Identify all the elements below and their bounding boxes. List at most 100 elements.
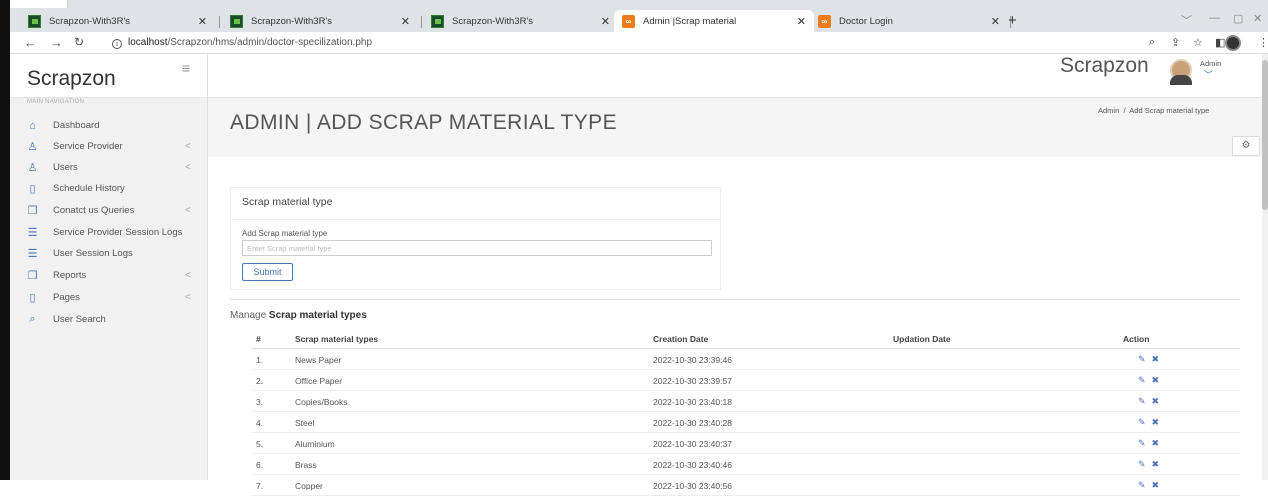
edit-icon[interactable]: ✎ bbox=[1138, 480, 1146, 490]
browser-tab-bar: Scrapzon-With3R's ✕ Scrapzon-With3R's ✕ … bbox=[10, 8, 1268, 32]
sidebar-item-users[interactable]: ♙ Users < bbox=[10, 157, 208, 178]
side-panel-icon[interactable]: ◧ bbox=[1215, 36, 1225, 49]
navbar-brand[interactable]: Scrapzon bbox=[1060, 54, 1149, 78]
left-edge bbox=[0, 0, 10, 480]
manage-title: Manage Scrap material types bbox=[230, 310, 367, 321]
sidebar-item-provider-session-logs[interactable]: ☰ Service Provider Session Logs bbox=[10, 222, 208, 243]
info-icon[interactable]: i bbox=[112, 39, 122, 49]
edit-icon[interactable]: ✎ bbox=[1138, 459, 1146, 469]
close-icon[interactable]: ✕ bbox=[797, 15, 806, 28]
row-material: Brass bbox=[295, 460, 317, 470]
add-material-form: Scrap material type Add Scrap material t… bbox=[230, 187, 721, 290]
sidebar-item-reports[interactable]: ❐ Reports < bbox=[10, 265, 208, 286]
zoom-icon[interactable]: ⌕ bbox=[1149, 36, 1155, 49]
sidebar-item-user-search[interactable]: ⌕ User Search bbox=[10, 309, 208, 330]
site-favicon-icon bbox=[230, 14, 243, 28]
edit-icon[interactable]: ✎ bbox=[1138, 354, 1146, 364]
star-icon[interactable]: ☆ bbox=[1193, 36, 1203, 49]
top-strip bbox=[10, 0, 1268, 8]
sidebar-item-dashboard[interactable]: ⌂ Dashboard bbox=[10, 115, 208, 136]
submit-button[interactable]: Submit bbox=[242, 263, 293, 281]
row-number: 3. bbox=[256, 397, 264, 407]
profile-avatar[interactable] bbox=[1225, 35, 1241, 51]
sidebar: Scrapzon ≡ MAIN NAVIGATION ⌂ Dashboard ♙ S… bbox=[10, 54, 208, 480]
chevron-down-icon[interactable]: ﹀ bbox=[1204, 68, 1213, 81]
delete-icon[interactable]: ✖ bbox=[1152, 459, 1160, 469]
table-row: 4. Steel 2022-10-30 23:40:28 ✎ ✖ bbox=[252, 412, 1240, 433]
delete-icon[interactable]: ✖ bbox=[1152, 480, 1160, 490]
form-title: Scrap material type bbox=[242, 196, 333, 208]
browser-tab[interactable]: Scrapzon-With3R's ✕ bbox=[20, 10, 215, 32]
user-name[interactable]: Admin bbox=[1200, 59, 1221, 68]
share-icon[interactable]: ⇪ bbox=[1171, 36, 1180, 49]
search-icon: ⌕ bbox=[29, 313, 36, 325]
sidebar-item-service-provider[interactable]: ♙ Service Provider < bbox=[10, 136, 208, 157]
breadcrumb-root[interactable]: Admin bbox=[1098, 106, 1119, 115]
row-number: 6. bbox=[256, 460, 264, 470]
delete-icon[interactable]: ✖ bbox=[1152, 396, 1160, 406]
scrollbar[interactable] bbox=[1262, 54, 1268, 480]
reload-icon[interactable]: ↻ bbox=[74, 35, 84, 49]
table-row: 5. Aluminium 2022-10-30 23:40:37 ✎ ✖ bbox=[252, 433, 1240, 454]
row-created: 2022-10-30 23:39:46 bbox=[653, 355, 732, 365]
edit-icon[interactable]: ✎ bbox=[1138, 417, 1146, 427]
maximize-icon[interactable]: ▢ bbox=[1233, 12, 1243, 25]
list-icon: ☰ bbox=[27, 227, 38, 239]
kebab-menu-icon[interactable]: ⋮ bbox=[1258, 36, 1268, 49]
delete-icon[interactable]: ✖ bbox=[1152, 354, 1160, 364]
nav-heading: MAIN NAVIGATION bbox=[27, 99, 85, 105]
site-favicon-icon: ∞ bbox=[818, 14, 831, 28]
close-icon[interactable]: ✕ bbox=[991, 15, 1000, 28]
user-icon: ♙ bbox=[27, 162, 38, 174]
chevron-left-icon: < bbox=[185, 270, 191, 281]
gear-icon[interactable]: ⚙ bbox=[1232, 136, 1260, 156]
forward-icon[interactable]: → bbox=[50, 35, 63, 50]
row-created: 2022-10-30 23:40:28 bbox=[653, 418, 732, 428]
tab-search-icon[interactable]: ﹀ bbox=[1181, 12, 1192, 28]
chevron-left-icon: < bbox=[185, 141, 191, 152]
sidebar-item-schedule-history[interactable]: ▯ Schedule History bbox=[10, 178, 208, 199]
url-field[interactable]: i localhost/Scrapzon/hms/admin/doctor-spe… bbox=[112, 37, 372, 49]
row-material: Aluminium bbox=[295, 439, 335, 449]
file-icon: ▯ bbox=[29, 183, 36, 195]
address-bar: ← → ↻ i localhost/Scrapzon/hms/admin/doct… bbox=[10, 32, 1268, 54]
delete-icon[interactable]: ✖ bbox=[1152, 417, 1160, 427]
edit-icon[interactable]: ✎ bbox=[1138, 438, 1146, 448]
page-title: ADMIN | ADD SCRAP MATERIAL TYPE bbox=[230, 111, 617, 134]
material-type-input[interactable] bbox=[242, 240, 712, 256]
close-icon[interactable]: ✕ bbox=[198, 15, 207, 28]
delete-icon[interactable]: ✖ bbox=[1152, 375, 1160, 385]
chevron-left-icon: < bbox=[185, 162, 191, 173]
row-created: 2022-10-30 23:40:18 bbox=[653, 397, 732, 407]
breadcrumb: Admin / Add Scrap material type bbox=[1098, 106, 1210, 115]
edit-icon[interactable]: ✎ bbox=[1138, 375, 1146, 385]
row-created: 2022-10-30 23:40:46 bbox=[653, 460, 732, 470]
delete-icon[interactable]: ✖ bbox=[1152, 438, 1160, 448]
user-icon: ♙ bbox=[27, 141, 38, 153]
table-row: 2. Office Paper 2022-10-30 23:39:57 ✎ ✖ bbox=[252, 370, 1240, 391]
sidebar-item-user-session-logs[interactable]: ☰ User Session Logs bbox=[10, 243, 208, 264]
edit-icon[interactable]: ✎ bbox=[1138, 396, 1146, 406]
new-tab-icon[interactable]: + bbox=[1008, 12, 1017, 29]
browser-tab[interactable]: ∞ Doctor Login ✕ bbox=[810, 10, 1008, 32]
row-material: Office Paper bbox=[295, 376, 343, 386]
back-icon[interactable]: ← bbox=[24, 35, 37, 50]
site-favicon-icon bbox=[28, 14, 41, 28]
user-avatar[interactable] bbox=[1170, 59, 1192, 85]
browser-tab-active[interactable]: ∞ Admin |Scrap material ✕ bbox=[614, 10, 814, 32]
row-material: Copies/Books bbox=[295, 397, 348, 407]
minimize-icon[interactable]: — bbox=[1209, 12, 1220, 24]
close-icon[interactable]: ✕ bbox=[401, 15, 410, 28]
breadcrumb-current: Add Scrap material type bbox=[1129, 106, 1210, 115]
close-icon[interactable]: ✕ bbox=[601, 15, 610, 28]
hamburger-icon[interactable]: ≡ bbox=[182, 60, 190, 76]
window-close-icon[interactable]: ✕ bbox=[1253, 12, 1262, 25]
browser-tab[interactable]: Scrapzon-With3R's ✕ bbox=[423, 10, 618, 32]
sidebar-item-pages[interactable]: ▯ Pages < bbox=[10, 287, 208, 308]
brand-name[interactable]: Scrapzon bbox=[27, 67, 116, 91]
sidebar-item-contact-queries[interactable]: ❐ Conatct us Queries < bbox=[10, 200, 208, 221]
chevron-left-icon: < bbox=[185, 205, 191, 216]
list-icon: ☰ bbox=[27, 248, 38, 260]
browser-tab[interactable]: Scrapzon-With3R's ✕ bbox=[222, 10, 418, 32]
table-header: # Scrap material types Creation Date Upd… bbox=[252, 328, 1240, 349]
